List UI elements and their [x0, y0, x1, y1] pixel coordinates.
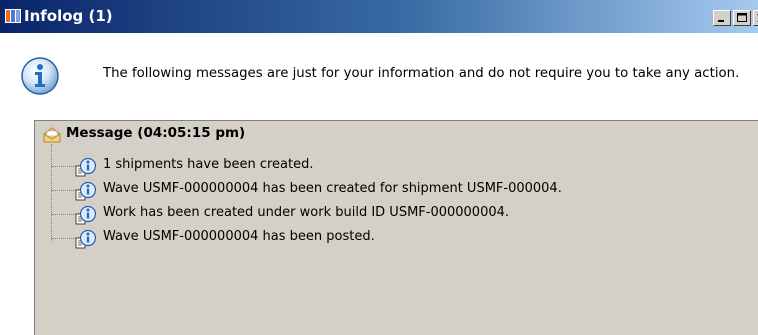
message-text: 1 shipments have been created.	[103, 157, 314, 172]
info-message-icon	[75, 229, 97, 249]
information-icon	[21, 57, 59, 95]
minimize-icon	[718, 20, 724, 22]
message-item[interactable]: 1 shipments have been created.	[35, 155, 735, 177]
message-root-label[interactable]: Message (04:05:15 pm)	[66, 125, 245, 141]
message-text: Wave USMF-000000004 has been created for…	[103, 181, 562, 196]
infolog-app-icon	[5, 9, 21, 23]
message-item[interactable]: Wave USMF-000000004 has been posted.	[35, 227, 735, 249]
minimize-button[interactable]	[713, 10, 731, 26]
message-item[interactable]: Work has been created under work build I…	[35, 203, 735, 225]
info-message-icon	[75, 181, 97, 201]
maximize-icon	[737, 13, 747, 22]
close-button[interactable]	[753, 10, 758, 26]
info-message-text: The following messages are just for your…	[103, 66, 740, 81]
window-title: Infolog (1)	[24, 7, 113, 25]
maximize-button[interactable]	[733, 10, 751, 26]
message-item[interactable]: Wave USMF-000000004 has been created for…	[35, 179, 735, 201]
info-message-icon	[75, 205, 97, 225]
message-tree-panel[interactable]: Message (04:05:15 pm) 1 shipments have b…	[34, 120, 758, 335]
message-text: Work has been created under work build I…	[103, 205, 510, 220]
message-text: Wave USMF-000000004 has been posted.	[103, 229, 375, 244]
info-message-icon	[75, 157, 97, 177]
envelope-icon	[43, 127, 61, 143]
title-bar[interactable]: Infolog (1)	[0, 0, 758, 33]
